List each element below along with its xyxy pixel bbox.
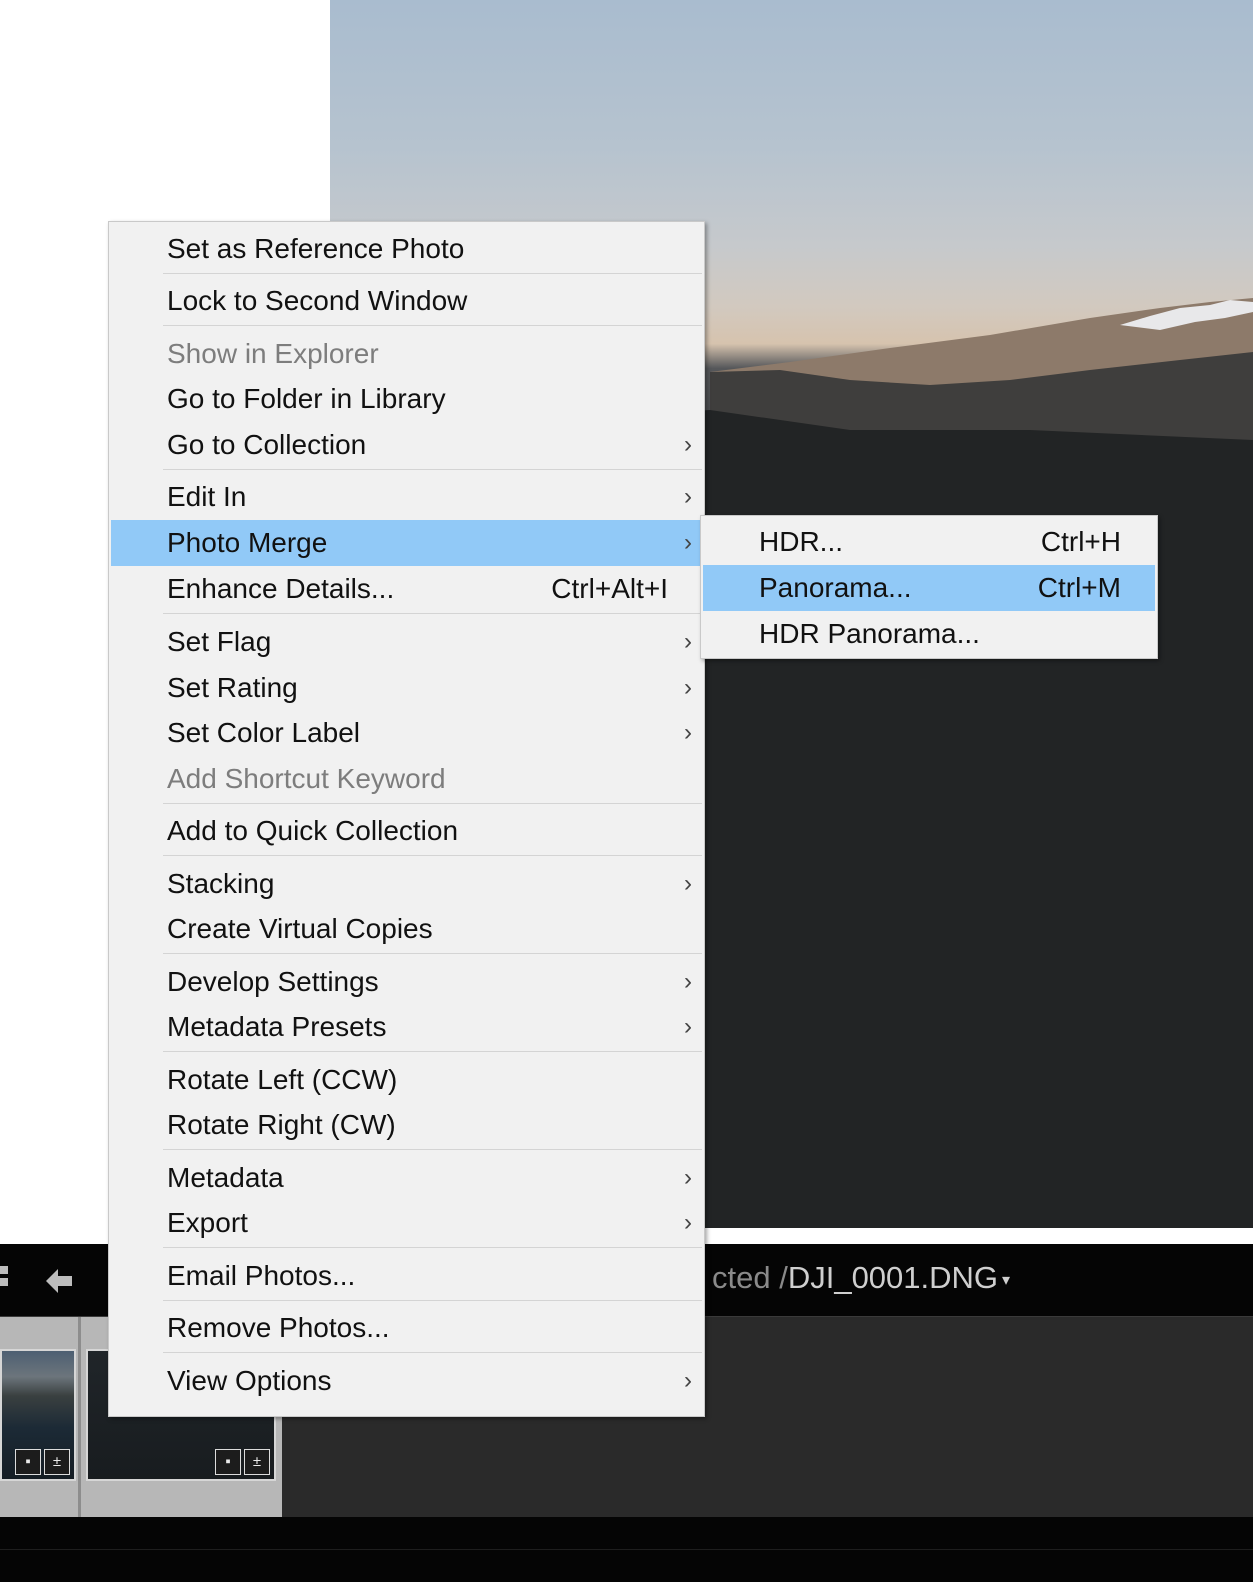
menu-separator <box>163 1149 702 1150</box>
menu-item-edit-in[interactable]: Edit In › <box>111 474 702 520</box>
chevron-right-icon: › <box>684 870 692 897</box>
chevron-right-icon: › <box>684 529 692 556</box>
menu-item-add-to-quick-collection[interactable]: Add to Quick Collection <box>111 808 702 854</box>
chevron-right-icon: › <box>684 719 692 746</box>
menu-separator <box>163 469 702 470</box>
menu-separator <box>163 1247 702 1248</box>
back-arrow-icon[interactable] <box>44 1266 74 1296</box>
adjustment-badge-icon: ± <box>244 1449 270 1475</box>
adjustment-badge-icon: ± <box>44 1449 70 1475</box>
menu-item-show-in-explorer: Show in Explorer <box>167 338 379 369</box>
menu-separator <box>163 325 702 326</box>
menu-separator <box>163 1352 702 1353</box>
menu-item-export[interactable]: Export › <box>111 1200 702 1246</box>
menu-item-create-virtual-copies[interactable]: Create Virtual Copies <box>111 906 702 952</box>
menu-separator <box>163 1051 702 1052</box>
menu-item-email-photos[interactable]: Email Photos... <box>111 1253 702 1299</box>
path-prefix: cted / <box>712 1260 788 1295</box>
flag-badge-icon: ▪ <box>215 1449 241 1475</box>
chevron-down-icon[interactable]: ▾ <box>1002 1272 1010 1289</box>
photo-merge-submenu: HDR... Ctrl+H Panorama... Ctrl+M HDR Panor… <box>700 515 1158 659</box>
chevron-right-icon: › <box>684 968 692 995</box>
menu-separator <box>163 613 702 614</box>
chevron-right-icon: › <box>684 628 692 655</box>
chevron-right-icon: › <box>684 1013 692 1040</box>
submenu-item-hdr[interactable]: HDR... Ctrl+H <box>703 519 1155 565</box>
menu-separator <box>163 803 702 804</box>
menu-item-go-to-folder-in-library[interactable]: Go to Folder in Library <box>111 376 702 422</box>
menu-item-set-rating[interactable]: Set Rating › <box>111 665 702 711</box>
source-path[interactable]: cted /DJI_0001.DNG ▾ <box>712 1260 1010 1296</box>
context-menu: Set as Reference Photo Lock to Second Wi… <box>108 221 705 1417</box>
menu-item-set-color-label[interactable]: Set Color Label › <box>111 710 702 756</box>
menu-item-metadata-presets[interactable]: Metadata Presets › <box>111 1004 702 1050</box>
menu-item-set-flag[interactable]: Set Flag › <box>111 619 702 665</box>
menu-item-stacking[interactable]: Stacking › <box>111 861 702 907</box>
menu-item-develop-settings[interactable]: Develop Settings › <box>111 959 702 1005</box>
menu-separator <box>163 1300 702 1301</box>
menu-item-photo-merge[interactable]: Photo Merge › <box>111 520 702 566</box>
menu-item-remove-photos[interactable]: Remove Photos... <box>111 1305 702 1351</box>
filename: DJI_0001.DNG <box>787 1260 999 1295</box>
chevron-right-icon: › <box>684 1164 692 1191</box>
menu-item-set-as-reference-photo[interactable]: Set as Reference Photo <box>111 226 702 272</box>
shortcut-label: Ctrl+M <box>1037 572 1121 603</box>
chevron-right-icon: › <box>684 1209 692 1236</box>
menu-item-lock-to-second-window[interactable]: Lock to Second Window <box>111 278 702 324</box>
menu-separator <box>163 855 702 856</box>
grid-view-icon[interactable] <box>0 1266 10 1296</box>
bottom-bar <box>0 1517 1253 1582</box>
menu-item-metadata[interactable]: Metadata › <box>111 1155 702 1201</box>
thumbnail-badges: ▪ ± <box>215 1449 270 1475</box>
shortcut-label: Ctrl+Alt+I <box>551 573 668 604</box>
filmstrip-divider <box>78 1317 81 1517</box>
menu-separator <box>163 273 702 274</box>
chevron-right-icon: › <box>684 1367 692 1394</box>
menu-item-go-to-collection[interactable]: Go to Collection › <box>111 422 702 468</box>
menu-item-rotate-left[interactable]: Rotate Left (CCW) <box>111 1057 702 1103</box>
menu-separator <box>163 953 702 954</box>
menu-item-enhance-details[interactable]: Enhance Details... Ctrl+Alt+I <box>111 566 702 612</box>
menu-item-view-options[interactable]: View Options › <box>111 1358 702 1404</box>
menu-item-rotate-right[interactable]: Rotate Right (CW) <box>111 1102 702 1148</box>
shortcut-label: Ctrl+H <box>1040 526 1121 557</box>
menu-item-add-shortcut-keyword: Add Shortcut Keyword <box>167 763 446 794</box>
submenu-item-panorama[interactable]: Panorama... Ctrl+M <box>703 565 1155 611</box>
chevron-right-icon: › <box>684 431 692 458</box>
submenu-item-hdr-panorama[interactable]: HDR Panorama... <box>703 611 1155 657</box>
flag-badge-icon: ▪ <box>15 1449 41 1475</box>
thumbnail-1[interactable]: ▪ ± <box>0 1349 76 1481</box>
chevron-right-icon: › <box>684 674 692 701</box>
chevron-right-icon: › <box>684 483 692 510</box>
thumbnail-badges: ▪ ± <box>15 1449 70 1475</box>
